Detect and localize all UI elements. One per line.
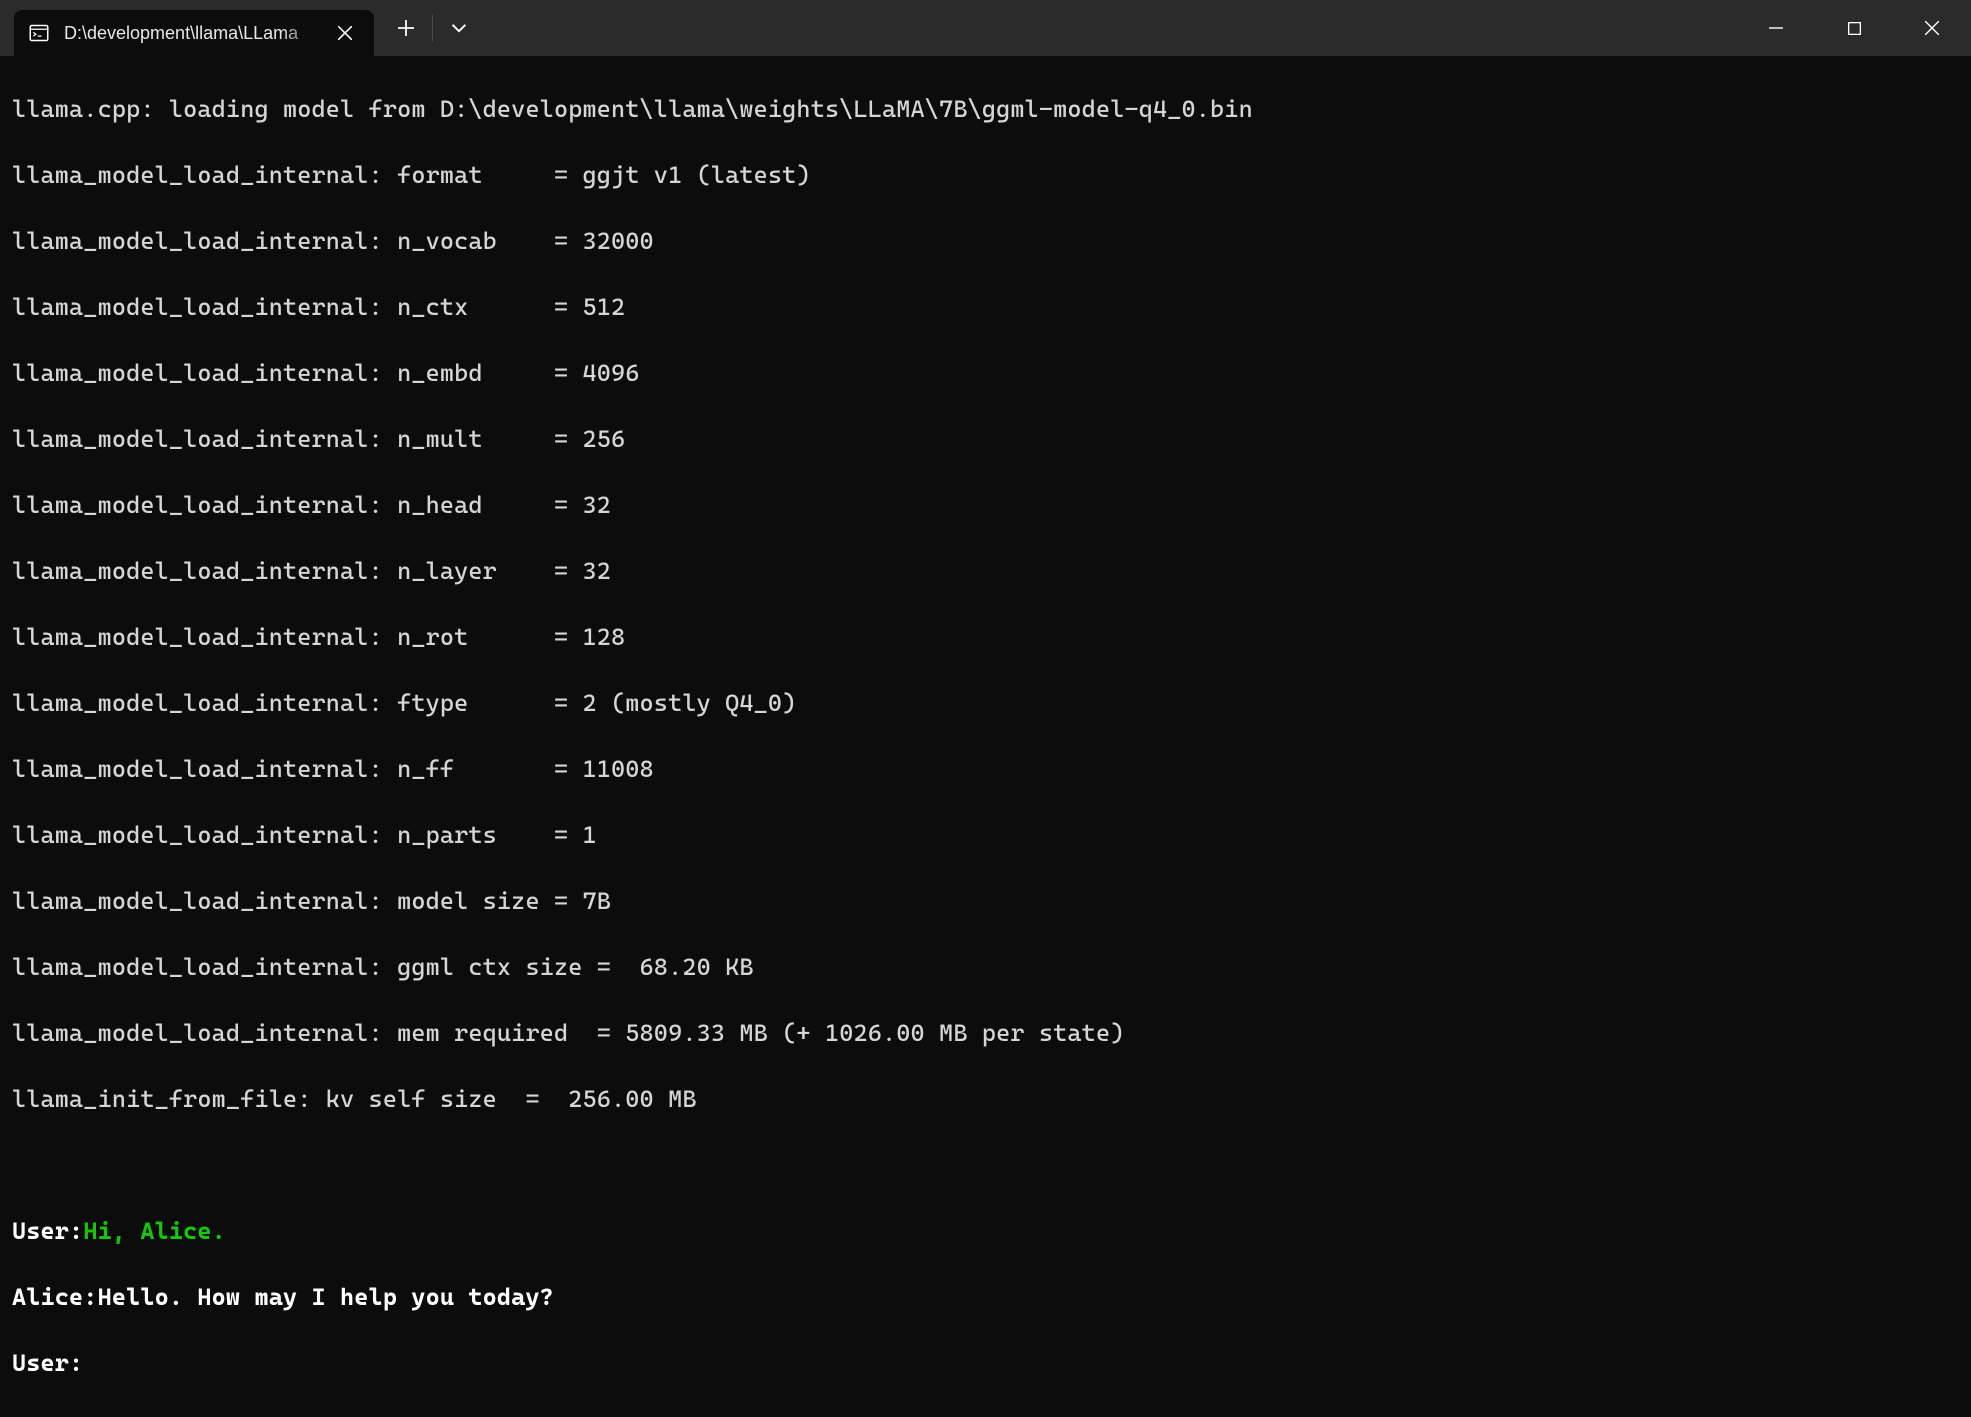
output-line: llama_model_load_internal: n_ctx = 512 — [12, 291, 1959, 324]
tab-title: D:\development\llama\LLama — [64, 23, 320, 44]
output-line: llama_model_load_internal: ftype = 2 (mo… — [12, 687, 1959, 720]
new-tab-button[interactable] — [380, 0, 432, 56]
output-line: llama_model_load_internal: n_head = 32 — [12, 489, 1959, 522]
tab-close-button[interactable] — [332, 20, 358, 46]
blank-line — [12, 1149, 1959, 1182]
output-line: llama_model_load_internal: n_embd = 4096 — [12, 357, 1959, 390]
titlebar-drag-region[interactable] — [485, 0, 1737, 56]
user-label: User: — [12, 1217, 83, 1245]
conversation-prompt: User: — [12, 1347, 1959, 1380]
output-line: llama_model_load_internal: n_rot = 128 — [12, 621, 1959, 654]
user-input-text: Hi, Alice. — [83, 1217, 226, 1245]
terminal-output[interactable]: llama.cpp: loading model from D:\develop… — [0, 56, 1971, 1417]
output-line: llama_model_load_internal: n_layer = 32 — [12, 555, 1959, 588]
output-line: llama_model_load_internal: n_vocab = 320… — [12, 225, 1959, 258]
output-line: llama_model_load_internal: format = ggjt… — [12, 159, 1959, 192]
output-line: llama_init_from_file: kv self size = 256… — [12, 1083, 1959, 1116]
tab-active[interactable]: D:\development\llama\LLama — [14, 10, 374, 56]
output-line: llama.cpp: loading model from D:\develop… — [12, 93, 1959, 126]
terminal-icon — [28, 22, 50, 44]
output-line: llama_model_load_internal: n_mult = 256 — [12, 423, 1959, 456]
output-line: llama_model_load_internal: model size = … — [12, 885, 1959, 918]
titlebar: D:\development\llama\LLama — [0, 0, 1971, 56]
conversation-line: User:Hi, Alice. — [12, 1215, 1959, 1248]
tab-actions — [380, 0, 485, 56]
maximize-button[interactable] — [1815, 0, 1893, 56]
output-line: llama_model_load_internal: n_parts = 1 — [12, 819, 1959, 852]
minimize-button[interactable] — [1737, 0, 1815, 56]
close-window-button[interactable] — [1893, 0, 1971, 56]
output-line: llama_model_load_internal: n_ff = 11008 — [12, 753, 1959, 786]
tab-dropdown-button[interactable] — [433, 0, 485, 56]
output-line: llama_model_load_internal: ggml ctx size… — [12, 951, 1959, 984]
output-line: llama_model_load_internal: mem required … — [12, 1017, 1959, 1050]
window-controls — [1737, 0, 1971, 56]
conversation-line: Alice:Hello. How may I help you today? — [12, 1281, 1959, 1314]
